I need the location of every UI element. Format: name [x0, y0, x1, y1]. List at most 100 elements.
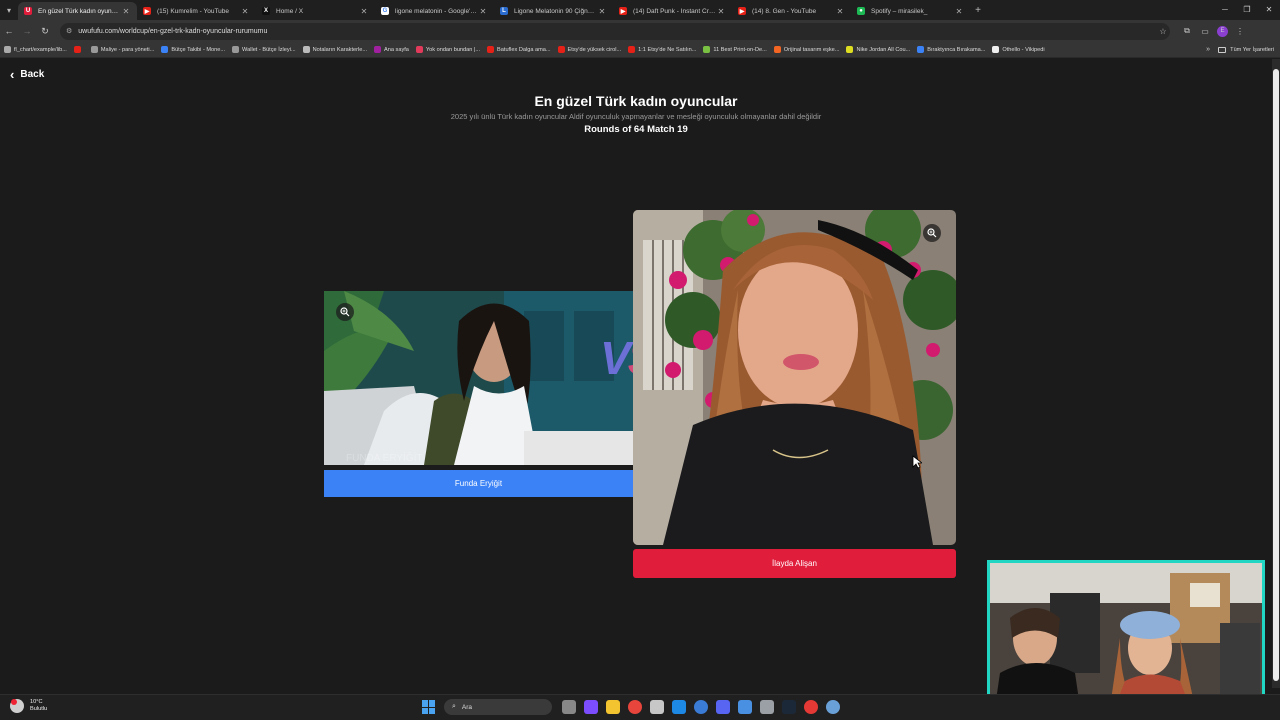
vs-letter-v: V — [600, 332, 631, 384]
bookmark-item[interactable]: fl_chart/example/lib... — [4, 46, 67, 53]
discord-icon[interactable] — [716, 700, 730, 714]
tab-label: (15) Kumrelim - YouTube — [157, 7, 230, 15]
browser-tab[interactable]: L Ligone Melatonin 90 Çiğneme ✕ — [494, 2, 613, 20]
bookmark-item[interactable]: Etsy'de yüksek cirol... — [557, 46, 621, 53]
bookmark-favicon-icon — [415, 46, 423, 53]
bookmark-favicon-icon — [302, 46, 310, 53]
bookmark-item[interactable]: Maliye - para yöneti... — [90, 46, 154, 53]
browser-tab[interactable]: ● Spotify – mirasilek_ ✕ — [851, 2, 970, 20]
zoom-in-icon[interactable] — [923, 224, 941, 242]
close-tab-icon[interactable]: ✕ — [359, 7, 369, 16]
round-indicator: Rounds of 64 Match 19 — [584, 124, 688, 135]
bookmark-label: fl_chart/example/lib... — [14, 46, 67, 53]
youtube-icon: ▶ — [738, 7, 746, 15]
copilot-icon[interactable] — [584, 700, 598, 714]
bookmark-item[interactable]: Othello - Vikipedi — [992, 46, 1045, 53]
zoom-in-icon[interactable] — [336, 303, 354, 321]
tab-label: Spotify – mirasilek_ — [871, 7, 928, 15]
sidebar-icon[interactable]: ▭ — [1196, 27, 1214, 36]
profile-avatar[interactable]: E — [1217, 25, 1228, 37]
close-tab-icon[interactable]: ✕ — [954, 7, 964, 16]
app-store-icon[interactable] — [694, 700, 708, 714]
close-tab-icon[interactable]: ✕ — [716, 7, 726, 16]
chrome-icon[interactable] — [628, 700, 642, 714]
windows-start-icon[interactable] — [422, 700, 436, 714]
mail-icon[interactable] — [672, 700, 686, 714]
bookmark-favicon-icon — [628, 46, 636, 53]
right-choice-image[interactable] — [633, 210, 956, 545]
bookmark-item[interactable]: Bütçe Takibi - Mone... — [161, 46, 225, 53]
photo-watermark: FUNDA ERYİĞİT — [346, 451, 423, 464]
task-view-icon[interactable] — [562, 700, 576, 714]
left-choice-image[interactable]: FUNDA ERYİĞİT — [324, 291, 633, 465]
bookmark-item[interactable]: Ana sayfa — [374, 46, 409, 53]
funda-eryigit-photo: FUNDA ERYİĞİT — [324, 291, 633, 465]
scrollbar-thumb[interactable] — [1273, 69, 1279, 681]
bookmark-star-icon[interactable]: ☆ — [1156, 27, 1170, 36]
store-icon[interactable] — [650, 700, 664, 714]
close-tab-icon[interactable]: ✕ — [835, 7, 845, 16]
close-tab-icon[interactable]: ✕ — [240, 7, 250, 16]
app-icon[interactable] — [738, 700, 752, 714]
bookmark-item[interactable]: Yok ondan bundan |... — [415, 46, 480, 53]
close-tab-icon[interactable]: ✕ — [478, 7, 488, 16]
browser-tab[interactable]: Gligone melatonin - Google'da A ✕ — [375, 2, 494, 20]
site-info-icon[interactable]: ⚙ — [66, 27, 72, 35]
weather-widget[interactable]: 10°C Bulutlu — [10, 699, 47, 713]
more-bookmarks-icon[interactable]: » — [1206, 46, 1210, 53]
taskbar-apps: ⌕ Ara — [422, 699, 844, 715]
forward-arrow-icon[interactable]: → — [18, 26, 36, 36]
browser-tab[interactable]: ▶ (15) Kumrelim - YouTube ✕ — [137, 2, 256, 20]
bookmark-favicon-icon — [557, 46, 565, 53]
bookmark-item[interactable]: 1:1 Etsy'de Ne Satılın... — [628, 46, 696, 53]
toolbar-icons: ⧉ ▭ E ⋮ — [1178, 25, 1249, 37]
close-tab-icon[interactable]: ✕ — [121, 7, 131, 16]
browser-tab[interactable]: ▶ (14) 8. Gen - YouTube ✕ — [732, 2, 851, 20]
bookmark-item[interactable]: Wallet - Bütçe İzleyi... — [232, 46, 296, 53]
minimize-icon[interactable]: ─ — [1214, 0, 1236, 20]
browser-tab[interactable]: ▶ (14) Daft Punk - Instant Crush (✕ — [613, 2, 732, 20]
taskbar-search[interactable]: ⌕ Ara — [444, 699, 552, 715]
extensions-icon[interactable]: ⧉ — [1178, 26, 1196, 36]
steam-icon[interactable] — [782, 700, 796, 714]
close-window-icon[interactable]: ✕ — [1258, 0, 1280, 20]
back-button[interactable]: ‹ Back — [10, 68, 45, 81]
youtube-icon: ▶ — [619, 7, 627, 15]
back-arrow-icon[interactable]: ← — [0, 26, 18, 36]
app-icon[interactable] — [826, 700, 840, 714]
browser-tab[interactable]: U En güzel Türk kadın oyuncular ✕ — [18, 2, 137, 20]
new-tab-button[interactable]: + — [970, 5, 986, 16]
tab-label: (14) 8. Gen - YouTube — [752, 7, 817, 15]
bookmark-item[interactable]: Batuflex Dalga ama... — [487, 46, 551, 53]
tab-search-icon[interactable]: ▾ — [0, 0, 18, 20]
bookmark-favicon-icon — [703, 46, 711, 53]
bookmark-label: 1:1 Etsy'de Ne Satılın... — [638, 46, 697, 53]
windows-taskbar: 10°C Bulutlu ⌕ Ara — [0, 694, 1280, 720]
maximize-icon[interactable]: ❐ — [1236, 0, 1258, 20]
bookmark-item[interactable]: Bıraktyınca Bırakama... — [917, 46, 985, 53]
bookmark-item[interactable]: Notaların Karakterle... — [302, 46, 367, 53]
bookmark-item[interactable]: 11 Best Print-on-De... — [703, 46, 767, 53]
back-label: Back — [20, 69, 45, 80]
all-bookmarks-button[interactable]: Tüm Yer İşaretleri — [1218, 46, 1274, 53]
obs-icon[interactable] — [804, 700, 818, 714]
browser-tab[interactable]: X Home / X ✕ — [256, 2, 375, 20]
bookmark-favicon-icon — [992, 46, 1000, 53]
bookmark-label: Othello - Vikipedi — [1002, 46, 1045, 53]
address-bar[interactable]: ⚙ uwufufu.com/worldcup/en-gzel-trk-kadn-… — [60, 22, 1170, 40]
youtube-icon: ▶ — [143, 7, 151, 15]
file-explorer-icon[interactable] — [606, 700, 620, 714]
choose-right-button[interactable]: İlayda Alişan — [633, 549, 956, 578]
x-icon: X — [262, 7, 270, 15]
bookmark-list: fl_chart/example/lib... Maliye - para yön… — [4, 46, 1052, 53]
menu-icon[interactable]: ⋮ — [1231, 27, 1249, 36]
reload-icon[interactable]: ↻ — [36, 26, 54, 37]
bookmark-item[interactable] — [73, 46, 84, 53]
bookmark-item[interactable]: Orijinal tasarım eşke... — [773, 46, 839, 53]
choose-left-button[interactable]: Funda Eryiğit — [324, 470, 633, 497]
close-tab-icon[interactable]: ✕ — [597, 7, 607, 16]
settings-icon[interactable] — [760, 700, 774, 714]
tab-label: En güzel Türk kadın oyuncular — [38, 7, 121, 15]
bookmark-item[interactable]: Nike Jordan All Cou... — [846, 46, 910, 53]
page-scrollbar[interactable] — [1272, 59, 1280, 688]
